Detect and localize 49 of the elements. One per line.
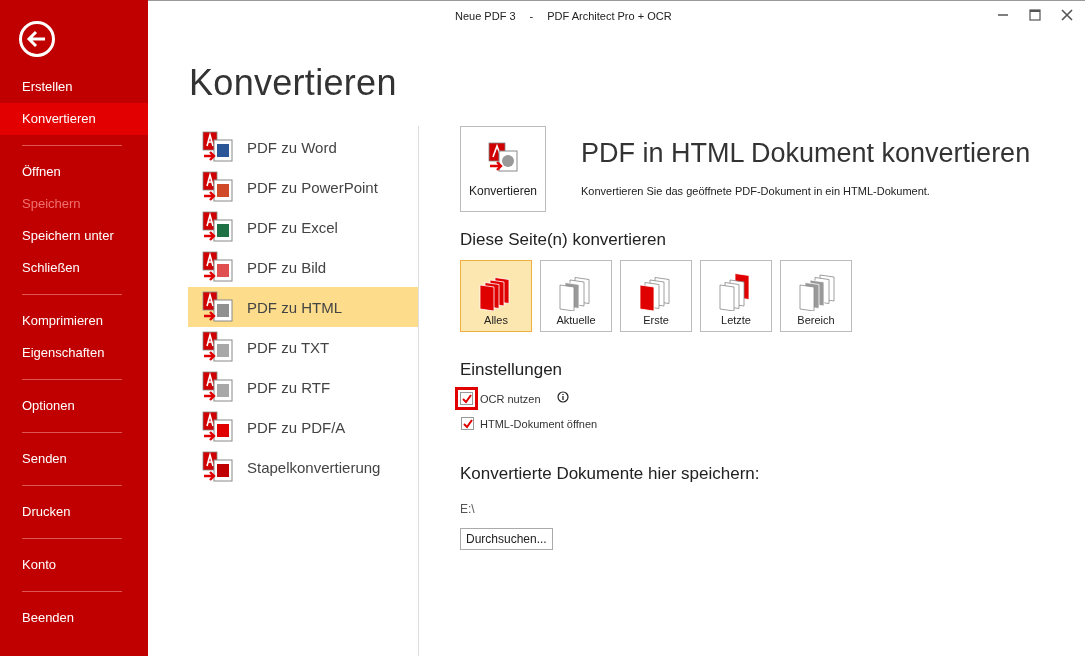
section-title: PDF in HTML Dokument konvertieren xyxy=(581,138,1031,169)
close-icon[interactable] xyxy=(1061,9,1073,21)
check-icon xyxy=(462,418,473,429)
page-range-button[interactable]: Erste xyxy=(620,260,692,332)
maximize-icon[interactable] xyxy=(1029,9,1041,21)
checkbox[interactable] xyxy=(460,392,473,405)
convert-button[interactable]: Konvertieren xyxy=(460,126,546,212)
conversion-item[interactable]: PDF zu Excel xyxy=(188,207,418,247)
convert-html-icon xyxy=(486,140,520,174)
pages-heading: Diese Seite(n) konvertieren xyxy=(460,230,667,250)
page-title: Konvertieren xyxy=(189,62,398,104)
pages-icon xyxy=(796,271,836,311)
sidebar-item[interactable]: Senden xyxy=(0,443,148,475)
conversion-item[interactable]: PDF zu Bild xyxy=(188,247,418,287)
window-title: Neue PDF 3 xyxy=(455,9,516,22)
check-icon xyxy=(461,393,472,404)
conversion-item[interactable]: PDF zu PowerPoint xyxy=(188,167,418,207)
conversion-item[interactable]: PDF zu PDF/A xyxy=(188,407,418,447)
page-range-button[interactable]: Letzte xyxy=(700,260,772,332)
conversion-item[interactable]: PDF zu TXT xyxy=(188,327,418,367)
description: Konvertieren Sie das geöffnete PDF-Dokument in ein HTML-Dokument. xyxy=(581,185,931,197)
page-range-button[interactable]: Aktuelle xyxy=(540,260,612,332)
sidebar-item[interactable]: Speichern unter xyxy=(0,220,148,252)
save-path: E:\ xyxy=(460,502,476,516)
title-separator: - xyxy=(529,9,534,22)
sidebar-item[interactable]: Erstellen xyxy=(0,71,148,103)
conversion-item[interactable]: PDF zu HTML xyxy=(188,287,418,327)
page-range-button[interactable]: Alles xyxy=(460,260,532,332)
checkbox[interactable] xyxy=(461,417,474,430)
conversion-item[interactable]: PDF zu Word xyxy=(188,127,418,167)
sidebar-item[interactable]: Optionen xyxy=(0,390,148,422)
app-name: PDF Architect Pro + OCR xyxy=(547,9,672,22)
browse-button[interactable]: Durchsuchen... xyxy=(460,528,553,550)
sidebar-item[interactable]: Konvertieren xyxy=(0,103,148,135)
sidebar-item[interactable]: Beenden xyxy=(0,602,148,634)
save-heading: Konvertierte Dokumente hier speichern: xyxy=(460,464,761,484)
settings-heading: Einstellungen xyxy=(460,360,564,380)
sidebar-item[interactable]: Schließen xyxy=(0,252,148,284)
checkbox-label: OCR nutzen xyxy=(480,392,541,405)
conversion-item[interactable]: Stapelkonvertierung xyxy=(188,447,418,487)
conversion-item[interactable]: PDF zu RTF xyxy=(188,367,418,407)
sidebar-item[interactable]: Komprimieren xyxy=(0,305,148,337)
sidebar-item[interactable]: Eigenschaften xyxy=(0,337,148,369)
checkbox-label: HTML-Dokument öffnen xyxy=(480,417,598,430)
sidebar-item[interactable]: Öffnen xyxy=(0,156,148,188)
sidebar-item[interactable]: Konto xyxy=(0,549,148,581)
sidebar-item[interactable]: Drucken xyxy=(0,496,148,528)
page-range-button[interactable]: Bereich xyxy=(780,260,852,332)
info-icon[interactable] xyxy=(556,390,569,403)
